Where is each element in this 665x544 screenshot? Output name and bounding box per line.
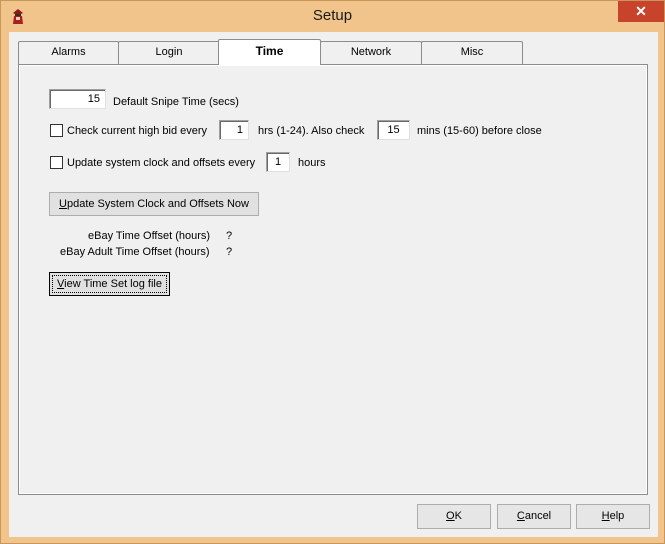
view-log-label: iew Time Set log file: [64, 278, 162, 290]
tab-time[interactable]: Time: [218, 39, 321, 65]
ebay-time-offset-value: ?: [226, 230, 233, 242]
title-bar[interactable]: Setup ✕: [1, 1, 664, 32]
ebay-adult-time-offset-label: eBay Adult Time Offset (hours): [60, 246, 210, 258]
ok-button[interactable]: OK: [417, 504, 491, 529]
update-clock-label: Update system clock and offsets every: [67, 157, 256, 169]
ok-label: K: [454, 510, 462, 522]
dialog-client-area: Alarms Login Time Network Misc 15 Defaul…: [9, 32, 658, 537]
cancel-mnemonic: C: [516, 510, 525, 522]
ebay-time-offset-label: eBay Time Offset (hours): [88, 230, 211, 242]
update-now-label: pdate System Clock and Offsets Now: [66, 198, 249, 210]
check-high-bid-checkbox[interactable]: [50, 124, 63, 137]
tab-network[interactable]: Network: [320, 41, 422, 64]
close-button[interactable]: ✕: [618, 1, 664, 22]
setup-window: Setup ✕ Alarms Login Time Network Misc 1…: [0, 0, 665, 544]
update-clock-now-button[interactable]: Update System Clock and Offsets Now: [49, 192, 259, 216]
cancel-label: ancel: [524, 510, 552, 522]
tab-login[interactable]: Login: [118, 41, 220, 64]
check-bid-mins-label: mins (15-60) before close: [417, 125, 542, 137]
ok-mnemonic: O: [446, 510, 455, 522]
window-title: Setup: [312, 7, 353, 24]
check-bid-mins-input[interactable]: 15: [377, 120, 410, 140]
tab-alarms[interactable]: Alarms: [18, 41, 119, 64]
update-clock-checkbox[interactable]: [50, 156, 63, 169]
check-bid-hours-input[interactable]: 1: [219, 120, 249, 140]
update-now-mnemonic: U: [59, 198, 67, 210]
ebay-adult-time-offset-value: ?: [226, 246, 233, 258]
snipe-time-label: Default Snipe Time (secs): [113, 96, 239, 108]
time-tab-panel: 15 Default Snipe Time (secs) Check curre…: [18, 64, 648, 495]
update-clock-hours-label: hours: [298, 157, 326, 169]
view-time-log-button[interactable]: View Time Set log file: [49, 272, 170, 296]
update-clock-hours-input[interactable]: 1: [266, 152, 290, 172]
tab-misc[interactable]: Misc: [421, 41, 523, 64]
check-high-bid-label: Check current high bid every: [67, 125, 208, 137]
snipe-time-input[interactable]: 15: [49, 89, 106, 109]
help-button[interactable]: Help: [576, 504, 650, 529]
cancel-button[interactable]: Cancel: [497, 504, 571, 529]
help-label: elp: [609, 510, 625, 522]
check-bid-hours-label: hrs (1-24). Also check: [258, 125, 365, 137]
help-mnemonic: H: [601, 510, 610, 522]
